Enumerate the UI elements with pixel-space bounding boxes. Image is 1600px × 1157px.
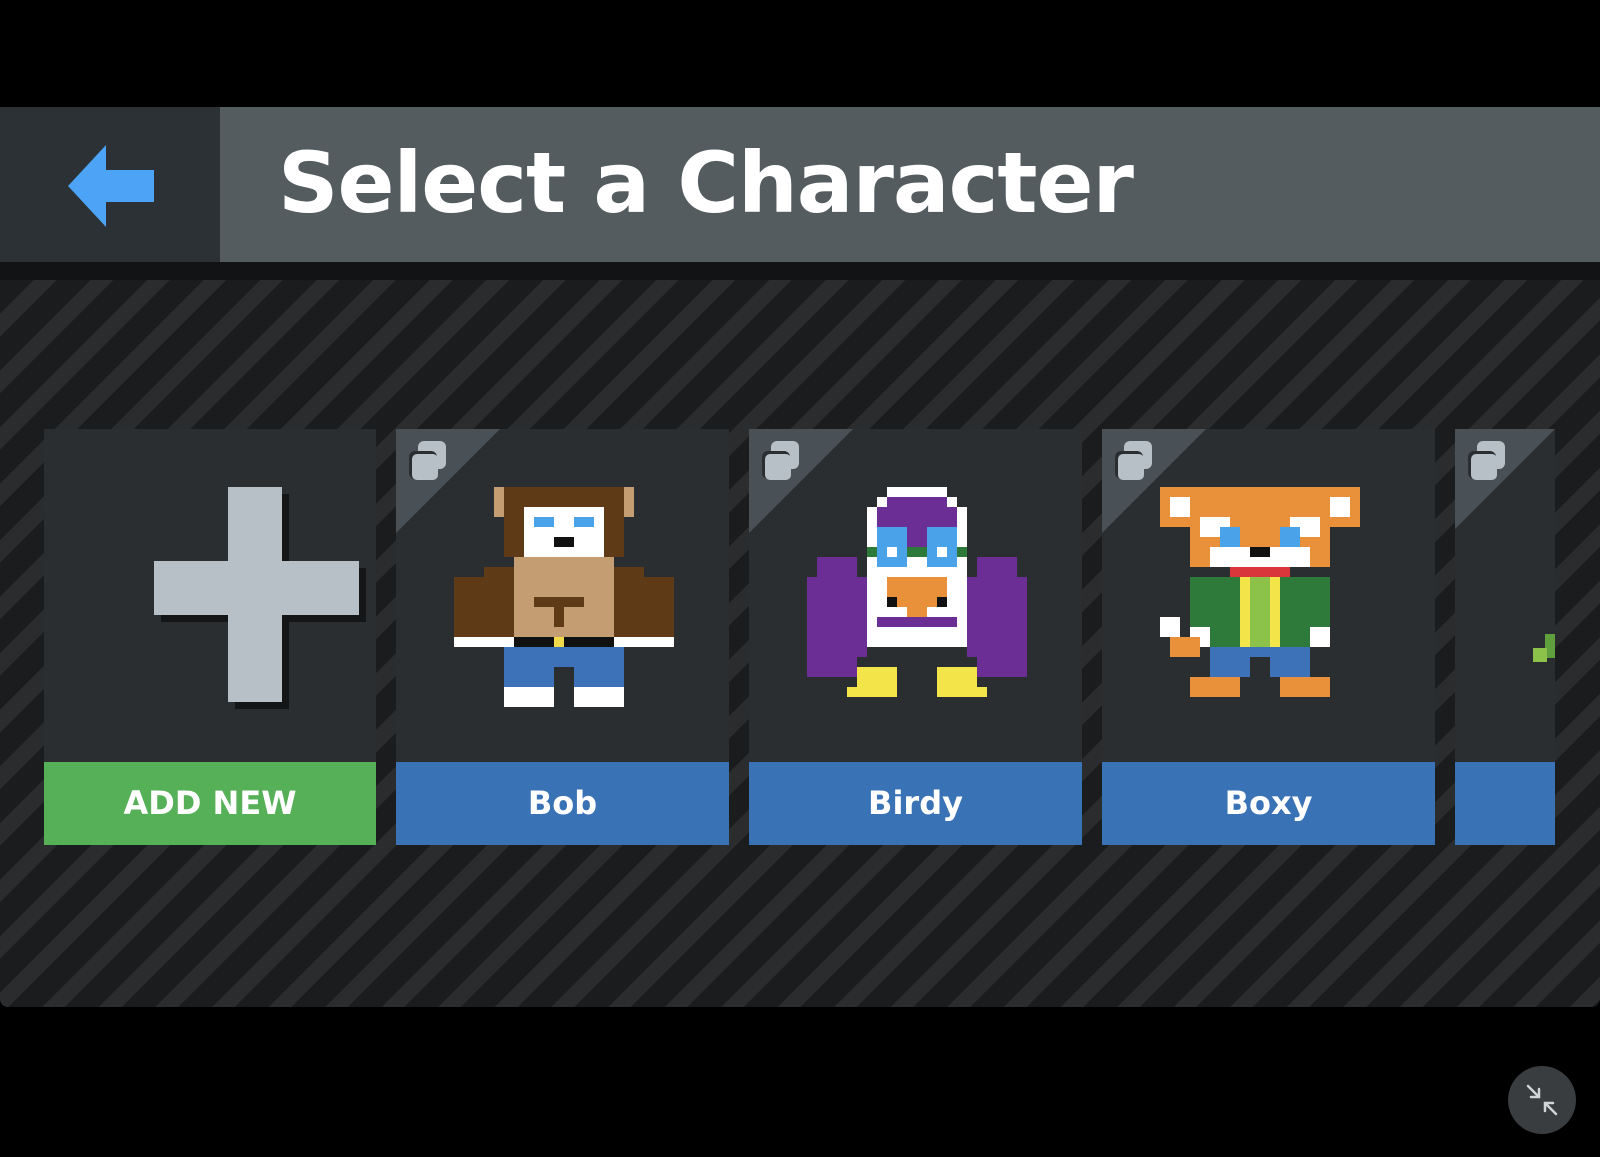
app-window: Select a Character ADD NEW Bob Birdy Box… [0,0,1600,1157]
card-label: ADD NEW [44,762,376,845]
card-art [749,429,1082,762]
partial-sprite [1533,634,1555,662]
bear-sprite [454,487,674,707]
header-divider [0,262,1600,280]
minimize-button[interactable] [1508,1066,1576,1134]
character-card-bob[interactable]: Bob [396,429,729,845]
card-label: Bob [396,762,729,845]
card-label: Birdy [749,762,1082,845]
fox-sprite [1160,487,1360,697]
card-art [396,429,729,762]
duplicate-icon[interactable] [1455,429,1555,533]
bird-sprite [807,487,1027,697]
header-bar: Select a Character [0,107,1600,262]
card-art [44,429,376,762]
minimize-icon [1526,1084,1558,1116]
card-art [1102,429,1435,762]
add-new-card[interactable]: ADD NEW [44,429,376,845]
card-label [1455,762,1555,845]
arrow-left-icon [68,145,154,227]
card-art [1455,429,1555,762]
plus-icon [154,487,366,709]
character-card-boxy[interactable]: Boxy [1102,429,1435,845]
card-label: Boxy [1102,762,1435,845]
page-title: Select a Character [278,134,1134,232]
character-card-birdy[interactable]: Birdy [749,429,1082,845]
back-button[interactable] [0,107,220,262]
character-card-partial[interactable] [1455,429,1555,845]
